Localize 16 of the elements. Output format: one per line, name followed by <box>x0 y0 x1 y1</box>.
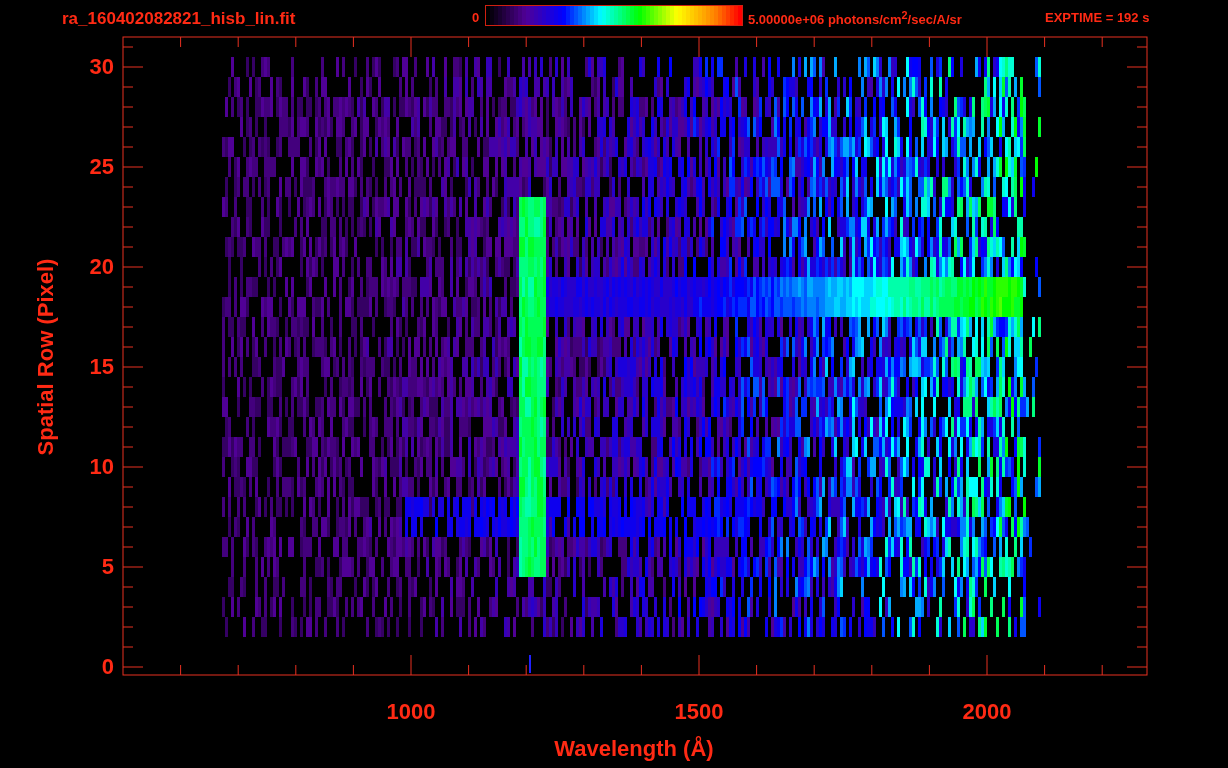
x-tick-label: 1500 <box>674 701 724 723</box>
y-tick-label: 15 <box>89 356 114 378</box>
x-tick-label: 2000 <box>962 701 1012 723</box>
y-axis-label: Spatial Row (Pixel) <box>35 258 57 456</box>
colorbar-min-label: 0 <box>472 11 480 24</box>
file-title: ra_160402082821_hisb_lin.fit <box>62 10 296 27</box>
y-tick-label: 25 <box>89 156 114 178</box>
y-tick-label: 10 <box>89 456 114 478</box>
colorbar-max-label: 5.00000e+06 photons/cm$^{2}$/sec/A/sr <box>748 10 962 27</box>
x-axis-label: Wavelength (Å) <box>554 738 714 760</box>
exposure-time: EXPTIME = 192 s <box>1045 11 1150 24</box>
x-tick-label: 1000 <box>386 701 436 723</box>
y-tick-label: 5 <box>101 556 114 578</box>
y-tick-label: 20 <box>89 256 114 278</box>
y-tick-label: 0 <box>101 656 114 678</box>
y-tick-label: 30 <box>89 56 114 78</box>
